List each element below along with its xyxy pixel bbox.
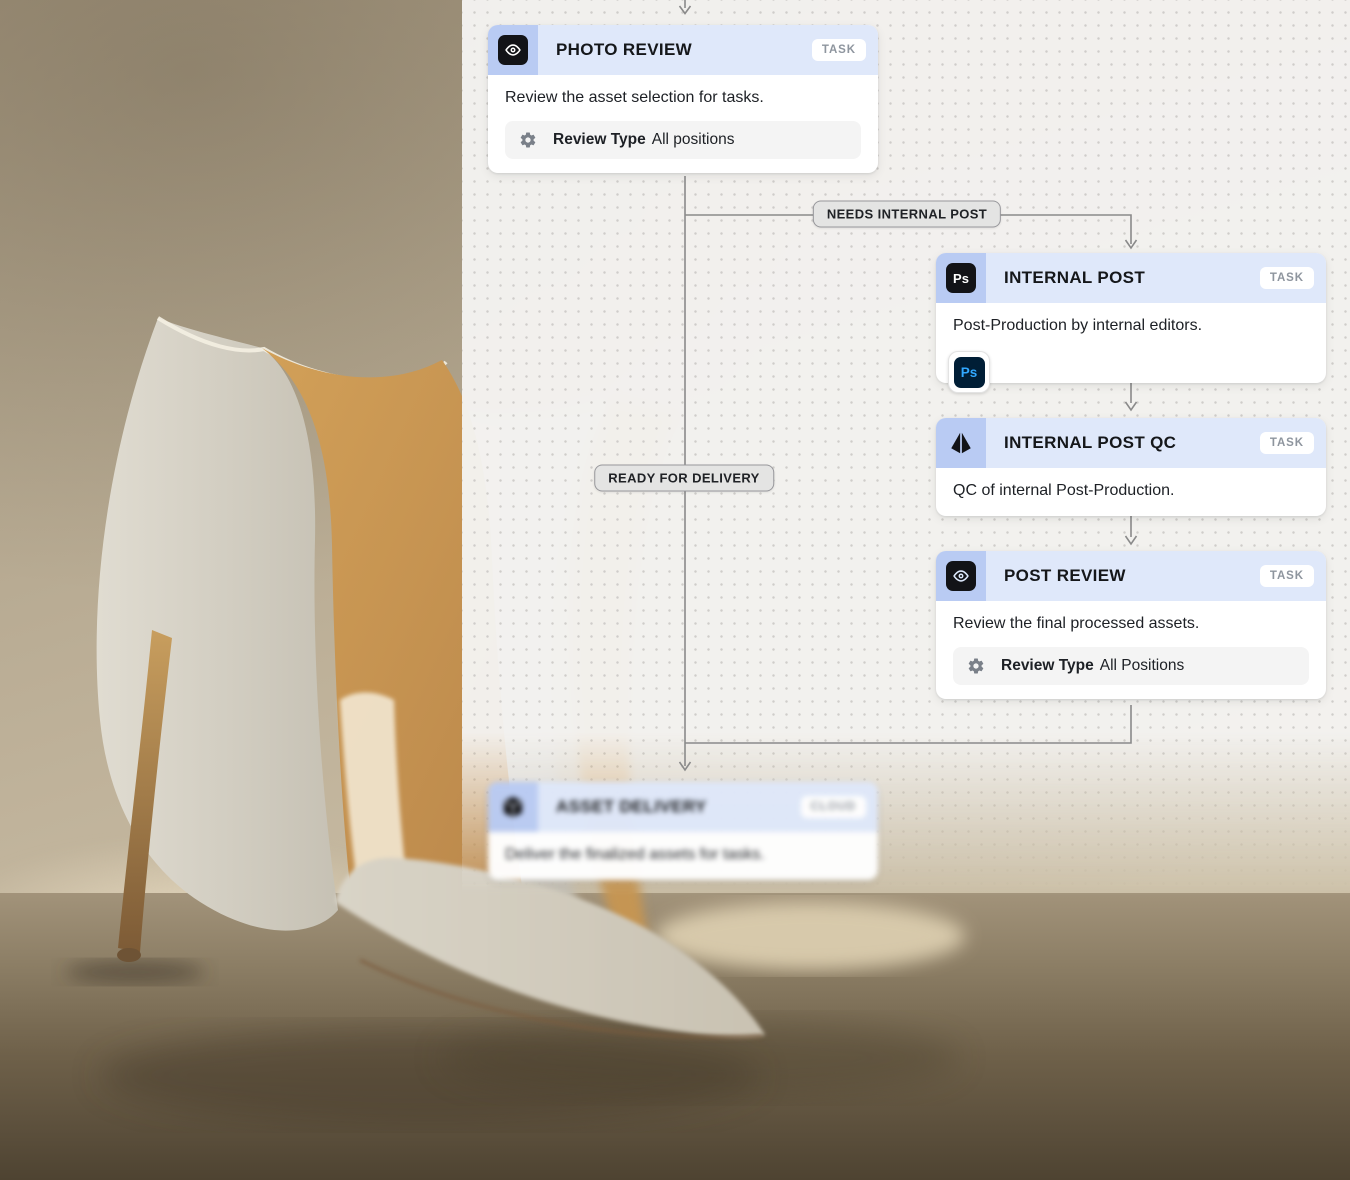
node-description: Review the asset selection for tasks. bbox=[505, 87, 861, 109]
node-icon-cell bbox=[488, 782, 538, 832]
setting-value: All positions bbox=[652, 131, 735, 149]
node-type-badge: TASK bbox=[1260, 432, 1314, 454]
package-icon bbox=[498, 792, 528, 822]
node-title: PHOTO REVIEW bbox=[538, 40, 812, 60]
edge-label-needs-internal-post[interactable]: NEEDS INTERNAL POST bbox=[813, 201, 1001, 228]
eye-icon bbox=[498, 35, 528, 65]
node-icon-cell bbox=[488, 25, 538, 75]
review-type-setting[interactable]: Review Type All Positions bbox=[953, 647, 1309, 685]
ps-glyph: Ps bbox=[953, 271, 969, 286]
node-type-badge: CLOUD bbox=[801, 796, 867, 818]
photoshop-app-glyph: Ps bbox=[954, 357, 985, 388]
eye-icon bbox=[946, 561, 976, 591]
review-type-setting[interactable]: Review Type All positions bbox=[505, 121, 861, 159]
node-body: Deliver the finalized assets for tasks. bbox=[488, 832, 878, 880]
marketing-composite: NEEDS INTERNAL POST READY FOR DELIVERY P… bbox=[0, 0, 1350, 1180]
setting-label: Review Type bbox=[553, 131, 646, 149]
node-icon-cell bbox=[936, 418, 986, 468]
node-body: QC of internal Post-Production. bbox=[936, 468, 1326, 516]
node-icon-cell: Ps bbox=[936, 253, 986, 303]
node-header: ASSET DELIVERY CLOUD bbox=[488, 782, 878, 832]
node-type-badge: TASK bbox=[1260, 267, 1314, 289]
gear-icon bbox=[967, 657, 985, 675]
node-description: Deliver the finalized assets for tasks. bbox=[505, 844, 861, 866]
node-type-badge: TASK bbox=[812, 39, 866, 61]
node-body: Review the asset selection for tasks. Re… bbox=[488, 75, 878, 173]
node-internal-post[interactable]: Ps INTERNAL POST TASK Post-Production by… bbox=[936, 253, 1326, 383]
setting-label: Review Type bbox=[1001, 657, 1094, 675]
node-icon-cell bbox=[936, 551, 986, 601]
node-header: PHOTO REVIEW TASK bbox=[488, 25, 878, 75]
node-body: Post-Production by internal editors. bbox=[936, 303, 1326, 351]
gear-icon bbox=[519, 131, 537, 149]
node-description: Review the final processed assets. bbox=[953, 613, 1309, 635]
node-header: Ps INTERNAL POST TASK bbox=[936, 253, 1326, 303]
node-description: Post-Production by internal editors. bbox=[953, 315, 1309, 337]
setting-value: All Positions bbox=[1100, 657, 1184, 675]
node-header: INTERNAL POST QC TASK bbox=[936, 418, 1326, 468]
node-photo-review[interactable]: PHOTO REVIEW TASK Review the asset selec… bbox=[488, 25, 878, 173]
node-title: INTERNAL POST QC bbox=[986, 433, 1260, 453]
node-header: POST REVIEW TASK bbox=[936, 551, 1326, 601]
edge-label-ready-for-delivery[interactable]: READY FOR DELIVERY bbox=[594, 465, 774, 492]
node-title: POST REVIEW bbox=[986, 566, 1260, 586]
photoshop-icon: Ps bbox=[946, 263, 976, 293]
node-internal-post-qc[interactable]: INTERNAL POST QC TASK QC of internal Pos… bbox=[936, 418, 1326, 516]
node-title: INTERNAL POST bbox=[986, 268, 1260, 288]
node-description: QC of internal Post-Production. bbox=[953, 480, 1309, 502]
photoshop-app-icon[interactable]: Ps bbox=[948, 351, 990, 393]
node-asset-delivery[interactable]: ASSET DELIVERY CLOUD Deliver the finaliz… bbox=[488, 782, 878, 880]
prism-icon bbox=[946, 428, 976, 458]
node-type-badge: TASK bbox=[1260, 565, 1314, 587]
node-body: Review the final processed assets. Revie… bbox=[936, 601, 1326, 699]
node-post-review[interactable]: POST REVIEW TASK Review the final proces… bbox=[936, 551, 1326, 699]
node-title: ASSET DELIVERY bbox=[538, 797, 801, 817]
